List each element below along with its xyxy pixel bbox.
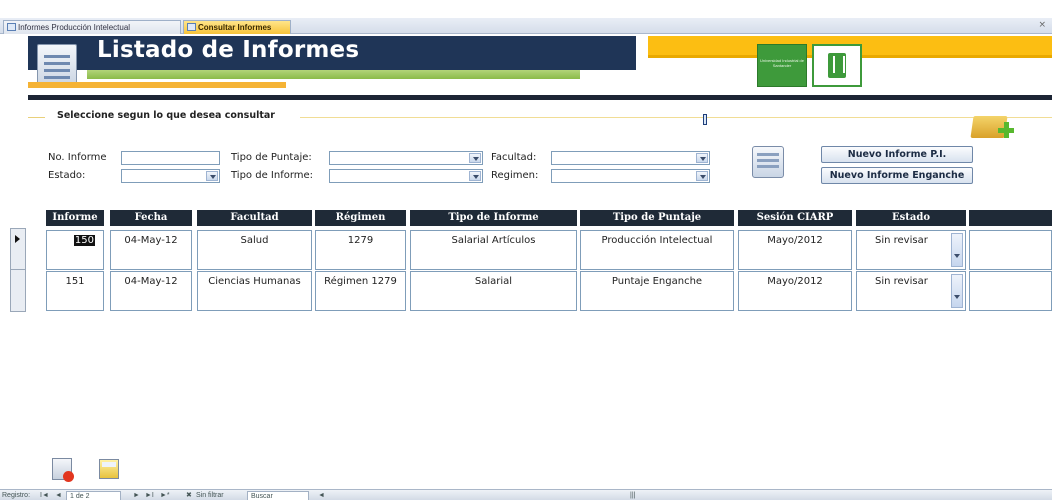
- facultad-select[interactable]: [551, 151, 710, 165]
- last-record-button[interactable]: ►I: [145, 491, 154, 500]
- tipo-puntaje-select[interactable]: [329, 151, 483, 165]
- filter-state[interactable]: Sin filtrar: [196, 491, 224, 500]
- search-input[interactable]: Buscar: [247, 491, 309, 500]
- section-label: Seleccione segun lo que desea consultar: [57, 110, 275, 121]
- divider: [28, 95, 1052, 100]
- facultad-label: Facultad:: [491, 152, 537, 163]
- orange-accent-bar: [28, 82, 286, 88]
- col-header-tipo-informe: Tipo de Informe: [410, 210, 577, 226]
- close-form-icon[interactable]: [52, 458, 74, 482]
- table-row-cell[interactable]: 04-May-12: [110, 230, 192, 270]
- chevron-down-icon[interactable]: [696, 153, 708, 163]
- col-header-estado: Estado: [856, 210, 966, 226]
- table-row-cell[interactable]: Ciencias Humanas: [197, 271, 312, 311]
- record-navigation-bar: Registro: I◄ ◄ 1 de 2 ► ►I ►* ✖ Sin filt…: [0, 489, 1052, 500]
- nuevo-informe-enganche-button[interactable]: Nuevo Informe Enganche: [821, 167, 973, 184]
- no-informe-field[interactable]: [121, 151, 220, 165]
- col-header-sesion: Sesión CIARP: [738, 210, 852, 226]
- col-header-tipo-puntaje: Tipo de Puntaje: [580, 210, 734, 226]
- table-row-cell[interactable]: Puntaje Enganche: [580, 271, 734, 311]
- table-row-cell[interactable]: Régimen 1279: [315, 271, 406, 311]
- tab-consultar-informes[interactable]: Consultar Informes: [183, 20, 291, 34]
- table-row-cell[interactable]: [969, 230, 1052, 270]
- close-icon[interactable]: ×: [1038, 20, 1046, 30]
- chevron-down-icon[interactable]: [469, 153, 481, 163]
- tipo-puntaje-label: Tipo de Puntaje:: [231, 152, 312, 163]
- chevron-down-icon[interactable]: [206, 171, 218, 181]
- tab-label: Consultar Informes: [198, 23, 272, 32]
- col-header-informe: Informe: [46, 210, 104, 226]
- scrollbar-thumb[interactable]: |||: [630, 491, 635, 500]
- prev-record-button[interactable]: ◄: [55, 491, 62, 500]
- registro-label: Registro:: [2, 492, 31, 499]
- form-tab-icon: [7, 23, 16, 31]
- regimen-select[interactable]: [551, 169, 710, 183]
- chevron-down-icon[interactable]: [951, 274, 963, 308]
- form-tab-icon: [187, 23, 196, 31]
- table-row-cell[interactable]: Mayo/2012: [738, 230, 852, 270]
- col-header-extra: [969, 210, 1052, 226]
- section-rule-left: [28, 117, 45, 118]
- first-record-button[interactable]: I◄: [40, 491, 49, 500]
- next-record-button[interactable]: ►: [133, 491, 140, 500]
- table-row-cell[interactable]: Mayo/2012: [738, 271, 852, 311]
- estado-select[interactable]: [121, 169, 220, 183]
- table-row-cell[interactable]: 1279: [315, 230, 406, 270]
- uis-logo: [812, 44, 862, 87]
- tipo-informe-label: Tipo de Informe:: [231, 170, 314, 181]
- page-title: Listado de Informes: [97, 37, 360, 63]
- record-selector[interactable]: [10, 228, 26, 312]
- chevron-down-icon[interactable]: [469, 171, 481, 181]
- estado-label: Estado:: [48, 170, 86, 181]
- calculator-icon[interactable]: [752, 146, 784, 178]
- section-rule-right: [300, 117, 1052, 118]
- folder-add-icon[interactable]: [970, 108, 1018, 146]
- table-row-cell[interactable]: 150: [46, 230, 104, 270]
- record-position[interactable]: 1 de 2: [66, 491, 121, 500]
- col-header-fecha: Fecha: [110, 210, 192, 226]
- estado-select[interactable]: Sin revisar: [856, 271, 966, 311]
- nuevo-informe-pi-button[interactable]: Nuevo Informe P.I.: [821, 146, 973, 163]
- university-logo-text: Universidad Industrial de Santander: [757, 44, 807, 87]
- table-row-cell[interactable]: Salud: [197, 230, 312, 270]
- tab-label: Informes Producción Intelectual: [18, 23, 131, 32]
- new-record-button[interactable]: ►*: [160, 491, 170, 500]
- text-cursor-icon: [703, 114, 707, 125]
- current-record-icon: [15, 235, 20, 243]
- col-header-regimen: Régimen: [315, 210, 406, 226]
- tab-strip: Informes Producción Intelectual Consulta…: [0, 18, 1052, 34]
- tipo-informe-select[interactable]: [329, 169, 483, 183]
- scroll-left-icon[interactable]: ◄: [318, 491, 325, 500]
- access-window: { "tabs": [ {"label": "Informes Producci…: [0, 0, 1052, 500]
- table-row-cell[interactable]: Salarial Artículos: [410, 230, 577, 270]
- chevron-down-icon[interactable]: [696, 171, 708, 181]
- table-row-cell[interactable]: [969, 271, 1052, 311]
- chevron-down-icon[interactable]: [951, 233, 963, 267]
- report-icon[interactable]: [99, 459, 119, 479]
- table-row-cell[interactable]: 151: [46, 271, 104, 311]
- filter-icon: ✖: [186, 492, 192, 499]
- no-informe-label: No. Informe: [48, 152, 107, 163]
- table-row-cell[interactable]: Salarial: [410, 271, 577, 311]
- estado-select[interactable]: Sin revisar: [856, 230, 966, 270]
- table-row-cell[interactable]: 04-May-12: [110, 271, 192, 311]
- col-header-facultad: Facultad: [197, 210, 312, 226]
- table-row-cell[interactable]: Producción Intelectual: [580, 230, 734, 270]
- regimen-label: Regimen:: [491, 170, 539, 181]
- green-accent-bar: [87, 70, 580, 79]
- tab-informes-produccion[interactable]: Informes Producción Intelectual: [3, 20, 181, 34]
